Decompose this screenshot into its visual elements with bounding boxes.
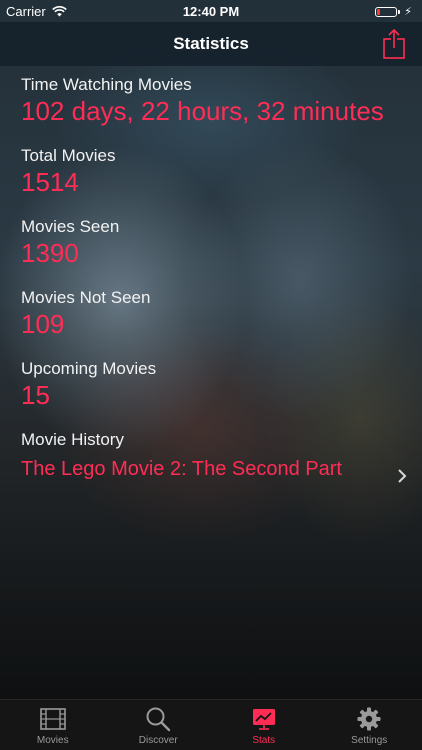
tab-label: Movies [36,735,69,746]
statistics-list: Time Watching Movies 102 days, 22 hours,… [0,66,422,487]
stat-value: 15 [21,380,50,410]
tab-stats[interactable]: Stats [211,700,317,750]
navigation-bar: Statistics [0,22,422,66]
share-icon [383,28,405,59]
stat-value: 1514 [21,167,79,197]
stat-value: 109 [21,309,65,339]
movie-history-title: The Lego Movie 2: The Second Part [21,458,342,480]
tab-label: Settings [351,735,388,746]
page-title: Statistics [173,34,249,53]
battery-icon: ⚡ [375,5,412,18]
stat-time-watching: Time Watching Movies 102 days, 22 hours,… [0,74,422,126]
search-icon [146,707,171,732]
clock: 12:40 PM [182,4,240,19]
stat-label: Upcoming Movies [21,359,157,378]
film-icon [39,708,66,730]
stat-movies-seen: Movies Seen 1390 [0,216,422,268]
stat-value: 102 days, 22 hours, 32 minutes [21,96,384,126]
status-bar: Carrier 12:40 PM ⚡ [0,0,422,22]
stat-label: Movie History [21,430,124,449]
stat-value: 1390 [21,238,79,268]
chart-icon [252,709,275,730]
stat-label: Movies Seen [21,217,120,236]
stat-label: Time Watching Movies [21,75,192,94]
stat-upcoming-movies: Upcoming Movies 15 [0,358,422,410]
tab-label: Stats [252,735,276,746]
share-button[interactable] [380,28,408,60]
tab-discover[interactable]: Discover [106,700,212,750]
gear-icon [357,707,381,731]
tab-label: Discover [138,735,178,746]
stat-movie-history-row[interactable]: Movie History The Lego Movie 2: The Seco… [0,429,422,487]
stat-label: Total Movies [21,146,116,165]
tab-settings[interactable]: Settings [317,700,422,750]
chevron-right-icon [398,469,407,483]
stat-total-movies: Total Movies 1514 [0,145,422,197]
stat-label: Movies Not Seen [21,288,151,307]
tab-bar: Movies Discover Stats Settings [0,699,422,750]
stat-movies-not-seen: Movies Not Seen 109 [0,287,422,339]
tab-movies[interactable]: Movies [0,700,106,750]
charging-bolt-icon: ⚡ [404,6,412,18]
